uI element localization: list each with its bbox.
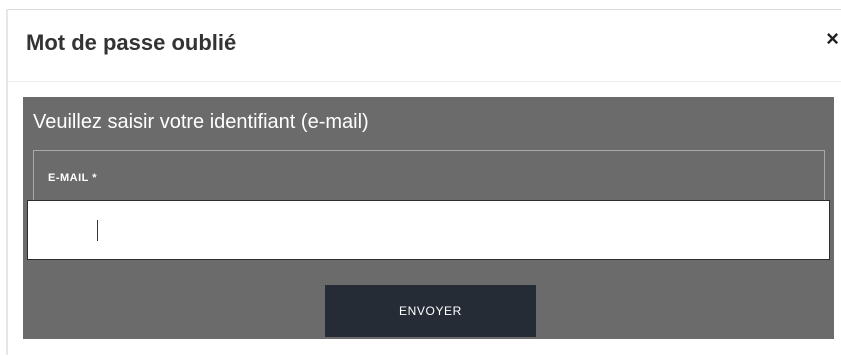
form-heading: Veuillez saisir votre identifiant (e-mai… — [33, 111, 369, 133]
text-caret — [97, 220, 98, 241]
modal-header: Mot de passe oublié × — [8, 10, 841, 82]
email-field[interactable] — [27, 200, 830, 260]
send-button[interactable]: ENVOYER — [325, 285, 536, 337]
forgot-password-modal: Mot de passe oublié × Veuillez saisir vo… — [8, 9, 841, 356]
close-icon[interactable]: × — [826, 28, 839, 50]
modal-title: Mot de passe oublié — [26, 30, 237, 55]
email-label: E-MAIL * — [48, 172, 98, 184]
reset-form-panel: Veuillez saisir votre identifiant (e-mai… — [23, 97, 834, 339]
